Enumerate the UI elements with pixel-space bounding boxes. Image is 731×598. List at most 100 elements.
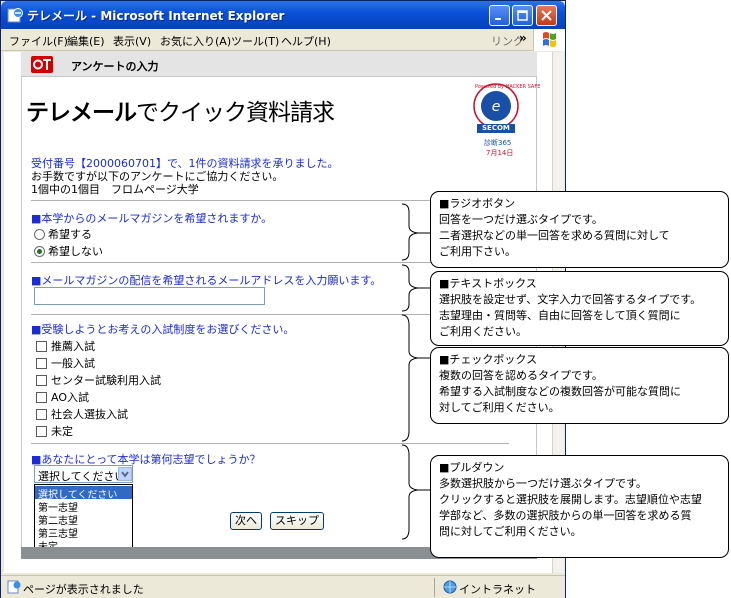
intro-request: お手数ですが以下のアンケートにご協力ください。 [31,170,284,183]
title-bar[interactable]: テレメール - Microsoft Internet Explorer [1,1,565,29]
checkbox[interactable] [36,425,47,437]
callout-line: 多数選択肢から一つだけ選ぶタイプです。 [439,477,647,490]
status-divider [434,578,435,597]
q3-option-label: 社会人選抜入試 [51,408,128,421]
brace-connector [401,314,431,442]
q3-option-label: AO入試 [51,391,89,404]
menu-help[interactable]: ヘルプ(H) [281,33,331,49]
page-header-title: アンケートの入力 [71,60,159,73]
seal-middle-text: SECOM [482,124,510,132]
callout-line: 選択肢を設定せず、文字入力で回答するタイプです。 [439,293,702,306]
callout-line: 志望理由・質問等、自由に回答をして頂く質問に [439,309,681,322]
page-title-rest: でクイック資料請求 [136,100,335,126]
menu-view[interactable]: 表示(V) [113,33,151,49]
brace-connector [401,264,431,312]
menu-file[interactable]: ファイル(F) [9,33,68,49]
q2-label: ■メールマガジンの配信を希望されるメールアドレスを入力願います。 [31,274,382,287]
receipt-number: 受付番号【2000060701】で、1件の資料請求を承りました。 [31,157,339,170]
minimize-icon [495,18,501,20]
checkbox[interactable] [36,408,47,420]
brace-connector [401,444,431,540]
q3-option-label: センター試験利用入試 [51,374,161,387]
status-text: ページが表示されました [23,583,144,596]
callout-line: 学部など、多数の選択肢からの単一回答を求める質 [439,509,692,522]
callout-line: 問に対してご利用ください。 [439,525,582,538]
window-title: テレメール - Microsoft Internet Explorer [27,9,285,23]
callout-pulldown: ■プルダウン 多数選択肢から一つだけ選ぶタイプです。 クリックすると選択肢を展開… [430,455,729,558]
page-title: テレメールでクイック資料請求 [26,93,335,127]
seal-top-text: Powered by HACKER SAFE [475,84,541,90]
menu-edit[interactable]: 編集(E) [67,33,105,49]
intro-text: 受付番号【2000060701】で、1件の資料請求を承りました。 お手数ですが以… [31,157,339,196]
dropdown-option[interactable]: 選択してください [35,486,132,501]
callout-radio-button: ■ラジオボタン 回答を一つだけ選ぶタイプです。 二者選択などの単一回答を求める質… [430,191,729,268]
q3-option-label: 未定 [51,425,73,438]
callout-line: 二者選択などの単一回答を求める質問に対して [439,229,670,242]
intranet-globe-icon [443,580,457,594]
menu-favorites[interactable]: お気に入り(A) [160,33,231,49]
close-button[interactable] [536,5,557,26]
callout-text-box: ■テキストボックス 選択肢を設定せず、文字入力で回答するタイプです。 志望理由・… [430,271,729,346]
q3-option-center[interactable]: センター試験利用入試 [36,372,161,388]
q3-option-label: 推薦入試 [51,340,95,353]
page-header: アンケートの入力 [21,52,537,77]
q1-option-no[interactable]: 希望しない [34,243,103,259]
q3-option-label: 一般入試 [51,357,95,370]
q3-option-ao[interactable]: AO入試 [36,389,89,405]
callout-line: ご利用下さい。 [439,245,516,258]
zone-text: イントラネット [459,583,536,596]
dropdown-option[interactable]: 第三志望 [35,525,132,540]
maximize-button[interactable] [512,5,533,26]
select-dropdown-list: 選択してください 第一志望 第二志望 第三志望 未定 [34,484,133,554]
choice-select[interactable]: 選択してください [34,465,133,483]
q1-option-yes-label: 希望する [48,228,92,241]
q3-label: ■受験しようとお考えの入試制度をお選びください。 [31,323,295,336]
checkbox[interactable] [36,374,47,386]
q3-option-mitei[interactable]: 未定 [36,423,73,439]
callout-check-box: ■チェックボックス 複数の回答を認めるタイプです。 希望する入試制度などの複数回… [430,347,729,424]
seal-date-text: 7月14日 [486,149,514,157]
chevron-down-icon[interactable] [118,467,132,481]
brand-name: テレメール [26,100,137,126]
radio-button[interactable] [34,228,45,240]
close-icon [541,10,552,21]
maximize-icon [517,10,528,21]
select-value: 選択してください [38,470,126,483]
callout-line: 回答を一つだけ選ぶタイプです。 [439,213,603,226]
callout-title: ■チェックボックス [439,353,538,366]
seal-bottom-text: 診断365 [484,139,512,147]
q3-option-shakaijin[interactable]: 社会人選抜入試 [36,406,128,422]
callout-line: 希望する入試制度などの複数回答が可能な質問に [439,385,681,398]
dropdown-option[interactable]: 第一志望 [35,499,132,514]
skip-button[interactable]: スキップ [270,512,324,530]
ie-page-icon [7,8,23,23]
secom-seal[interactable]: e Powered by HACKER SAFE SECOM 診断365 7月1… [467,82,540,168]
callout-line: クリックすると選択肢を展開します。志望順位や志望 [439,493,702,506]
page-done-icon [7,580,21,594]
links-chevron[interactable]: » [519,31,527,45]
svg-text:e: e [492,99,501,115]
status-bar: ページが表示されました イントラネット [1,575,565,598]
q1-label: ■本学からのメールマガジンを希望されますか。 [31,212,273,225]
q3-option-ippan[interactable]: 一般入試 [36,355,95,371]
callout-line: 対してご利用ください。 [439,401,560,414]
windows-logo-icon [533,29,565,51]
callout-title: ■プルダウン [439,461,505,474]
menu-tools[interactable]: ツール(T) [231,33,279,49]
callout-line: 複数の回答を認めるタイプです。 [439,369,603,382]
checkbox[interactable] [36,391,47,403]
minimize-button[interactable] [489,5,510,26]
next-button[interactable]: 次へ [230,512,262,530]
checkbox[interactable] [36,357,47,369]
q1-option-yes[interactable]: 希望する [34,226,92,242]
checkbox[interactable] [36,340,47,352]
q3-option-suisen[interactable]: 推薦入試 [36,338,95,354]
dropdown-option[interactable]: 第二志望 [35,512,132,527]
intro-progress: 1個中の1個目 フロムページ大学 [31,183,199,196]
callout-line: ご利用ください。 [439,325,527,338]
menu-bar: ファイル(F) 編集(E) 表示(V) お気に入り(A) ツール(T) ヘルプ(… [1,29,565,51]
brace-connector [401,203,431,261]
divider [31,443,509,444]
radio-button-selected[interactable] [34,245,45,257]
email-field[interactable] [34,287,265,305]
